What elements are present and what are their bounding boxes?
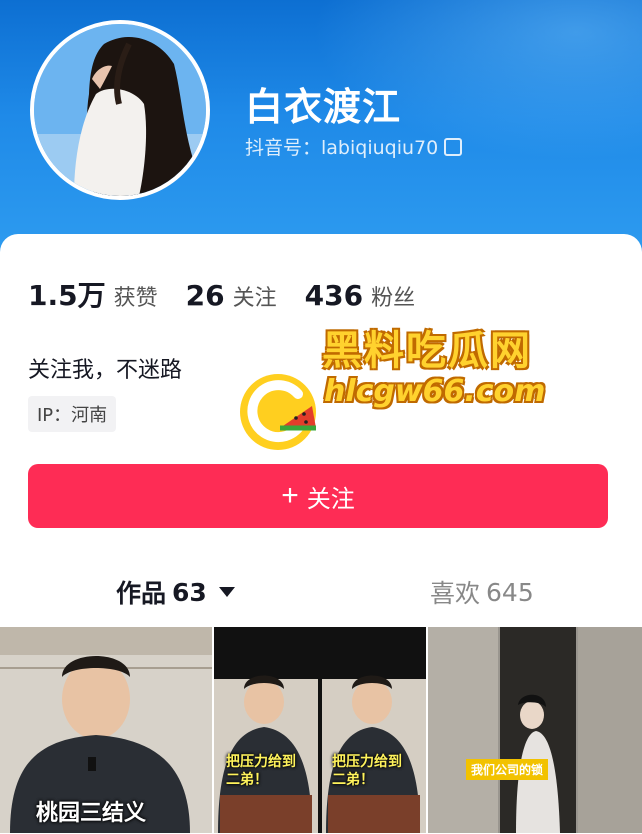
stat-likes[interactable]: 1.5万 获赞 <box>28 274 158 314</box>
tab-works[interactable]: 作品 63 <box>116 574 235 610</box>
watermark-url: hlcgw66.com <box>324 374 546 409</box>
profile-name: 白衣渡江 <box>245 85 402 129</box>
video-caption: 把压力给到 二弟！ <box>332 754 402 788</box>
video-thumbnail[interactable]: 把压力给到 二弟！ 把压力给到 二弟！ <box>214 627 426 833</box>
avatar-image <box>34 24 206 196</box>
plus-icon: + <box>281 479 299 512</box>
stat-following-label: 关注 <box>232 286 277 311</box>
video-thumbnail-image <box>214 627 426 833</box>
caret-down-icon[interactable] <box>218 587 235 597</box>
watermark-title: 黑料吃瓜网 <box>322 328 532 374</box>
watermark-logo-icon <box>240 374 316 450</box>
stat-following-count: 26 <box>185 279 225 312</box>
tab-works-count: 63 <box>172 577 207 607</box>
stat-followers-label: 粉丝 <box>371 286 416 311</box>
video-caption: 把压力给到 二弟！ <box>226 754 296 788</box>
content-tabs: 作品 63 喜欢 645 <box>0 574 642 624</box>
copy-icon[interactable] <box>444 137 463 156</box>
douyin-id[interactable]: 抖音号：labiqiuqiu70 <box>245 133 463 160</box>
video-thumbnail[interactable]: 我们公司的锁 <box>428 627 642 833</box>
stat-likes-count: 1.5万 <box>28 279 106 312</box>
douyin-id-text: 抖音号：labiqiuqiu70 <box>245 137 439 159</box>
video-thumbnail-image <box>428 627 642 833</box>
video-caption: 我们公司的锁 <box>466 759 549 780</box>
tab-likes-count: 645 <box>486 577 534 607</box>
tab-works-label: 作品 <box>116 579 167 608</box>
tab-likes-label: 喜欢 <box>430 579 481 608</box>
ip-location-badge: IP：河南 <box>28 396 117 432</box>
stat-likes-label: 获赞 <box>113 286 158 311</box>
watermark: 黑料吃瓜网 hlcgw66.com <box>232 318 552 450</box>
stat-followers-count: 436 <box>304 279 364 312</box>
stat-followers[interactable]: 436 粉丝 <box>305 279 415 312</box>
video-caption: 桃园三结义 <box>36 801 147 826</box>
avatar[interactable] <box>30 20 210 200</box>
tab-likes[interactable]: 喜欢 645 <box>430 574 534 610</box>
stat-following[interactable]: 26 关注 <box>186 279 277 312</box>
video-thumbnail[interactable]: 桃园三结义 <box>0 627 212 833</box>
bio-text: 关注我，不迷路 <box>28 358 183 383</box>
video-grid: 桃园三结义 把压力给到 二弟！ 把压力给到 二弟！ 我们公司的锁 <box>0 627 642 833</box>
follow-button[interactable]: + 关注 <box>28 464 608 528</box>
follow-button-label: 关注 <box>306 485 355 513</box>
stats-row: 1.5万 获赞 26 关注 436 粉丝 <box>28 274 415 314</box>
